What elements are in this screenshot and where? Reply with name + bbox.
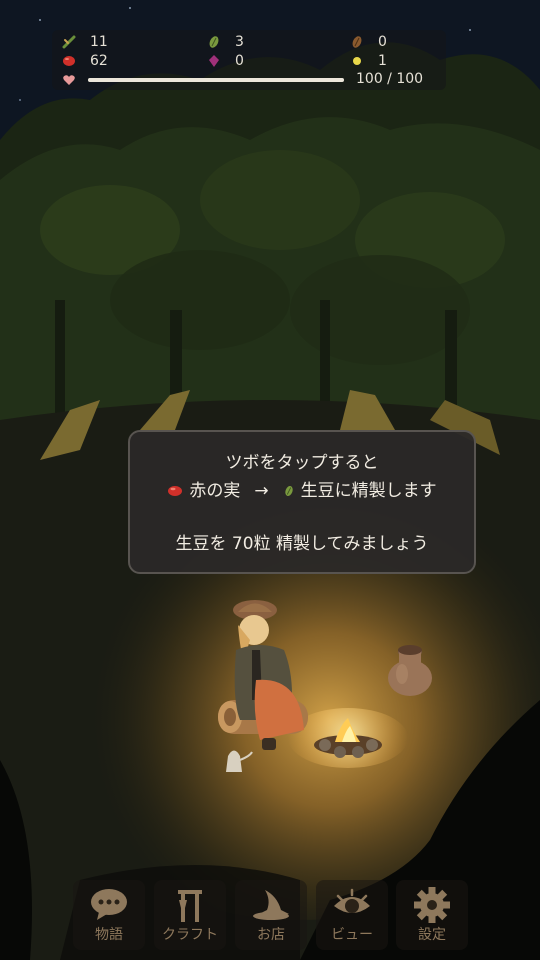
red-berry-icon xyxy=(63,56,75,66)
red-berry-icon xyxy=(168,486,183,496)
purple-gems-count: 0 xyxy=(235,53,244,69)
green-bean-icon xyxy=(284,486,293,496)
tools-icon xyxy=(178,890,202,922)
gear-icon xyxy=(414,887,450,923)
red-berries-counter: 62 xyxy=(62,53,108,69)
eye-icon xyxy=(334,888,370,913)
nav-craft-label: クラフト xyxy=(162,927,218,943)
roasted-beans-counter: 0 xyxy=(350,34,387,50)
gold-count: 1 xyxy=(378,53,387,69)
tutorial-dialog[interactable]: ツボをタップすると 赤の実 → 生豆に精製します 生豆を 70粒 精製してみまし… xyxy=(128,430,476,574)
bottom-nav: 物語 クラフト お店 ビュー 設定 xyxy=(73,880,468,950)
nav-shop-button[interactable]: お店 xyxy=(235,880,307,950)
green-beans-count: 3 xyxy=(235,34,244,50)
dialog-line-2: 赤の実 → 生豆に精製します xyxy=(130,476,474,506)
dialog-item-to: 生豆に精製します xyxy=(300,481,437,501)
dialog-item-from: 赤の実 xyxy=(189,481,241,501)
gold-dot-icon xyxy=(353,57,361,65)
nav-settings-label: 設定 xyxy=(418,927,446,943)
dialog-arrow: → xyxy=(254,481,269,501)
nav-craft-button[interactable]: クラフト xyxy=(154,880,226,950)
red-berries-count: 62 xyxy=(90,53,108,69)
hp-bar xyxy=(88,78,344,82)
roasted-beans-count: 0 xyxy=(378,34,387,50)
speech-bubble-icon xyxy=(91,889,127,920)
pot[interactable] xyxy=(384,640,436,698)
purple-gems-counter: 0 xyxy=(207,53,244,69)
green-bean-icon xyxy=(209,36,219,48)
nav-story-label: 物語 xyxy=(95,927,123,943)
nav-view-label: ビュー xyxy=(331,927,373,943)
wood-count: 11 xyxy=(90,34,108,50)
heart-icon xyxy=(63,75,75,85)
wood-counter: 11 xyxy=(62,34,108,50)
hp-text: 100 / 100 xyxy=(356,71,424,87)
dialog-line-1: ツボをタップすると xyxy=(225,453,379,473)
nav-settings-button[interactable]: 設定 xyxy=(396,880,468,950)
hp-bar-fill xyxy=(88,78,344,82)
brown-bean-icon xyxy=(352,36,362,48)
dialog-line-3: 生豆を 70粒 精製してみましょう xyxy=(175,534,429,554)
gold-counter: 1 xyxy=(350,53,387,69)
nav-view-button[interactable]: ビュー xyxy=(316,880,388,950)
green-beans-counter: 3 xyxy=(207,34,244,50)
purple-gem-icon xyxy=(209,55,219,67)
nav-shop-label: お店 xyxy=(257,927,285,943)
nav-story-button[interactable]: 物語 xyxy=(73,880,145,950)
stick-icon xyxy=(62,35,76,49)
witch-hat-icon xyxy=(253,890,289,920)
